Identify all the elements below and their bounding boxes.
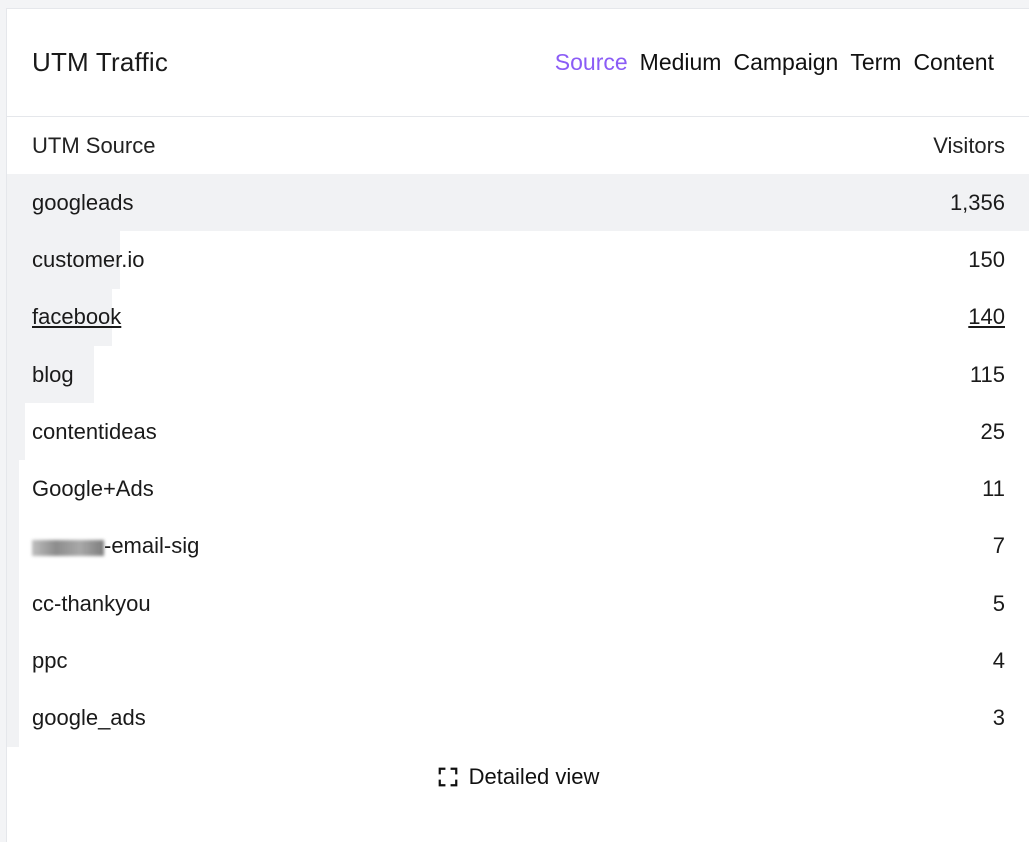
row-share-bar [7, 575, 20, 633]
row-share-bar [7, 460, 20, 518]
table-row[interactable]: google_ads 3 [7, 689, 1029, 747]
table-row[interactable]: cc-thankyou 5 [7, 575, 1029, 633]
detail-view-container: Detailed view [7, 757, 1029, 797]
row-share-bar [7, 689, 20, 747]
row-label: cc-thankyou [32, 590, 151, 616]
table-row[interactable]: blog 115 [7, 345, 1029, 404]
row-share-bar [7, 174, 1029, 232]
row-visitors: 1,356 [949, 189, 1005, 215]
row-label-text: -email-sig [104, 533, 200, 559]
row-label: Google+Ads [32, 476, 154, 502]
tab-bar: Source Medium Campaign Term Content [555, 49, 994, 76]
row-visitors: 25 [980, 418, 1005, 444]
card-title: UTM Traffic [32, 47, 169, 77]
table-row[interactable]: customer.io 150 [7, 231, 1029, 289]
row-visitors: 3 [992, 705, 1005, 731]
row-label: ppc [32, 648, 68, 674]
row-label: contentideas [32, 418, 157, 444]
row-label: googleads [32, 189, 134, 215]
table-row[interactable]: ppc 4 [7, 632, 1029, 690]
tab-campaign[interactable]: Campaign [733, 49, 838, 76]
tab-term[interactable]: Term [850, 49, 901, 76]
utm-traffic-card: UTM Traffic Source Medium Campaign Term … [6, 8, 1029, 842]
row-label: customer.io [32, 246, 145, 272]
row-share-bar [7, 517, 20, 576]
expand-icon [438, 767, 457, 787]
row-label: google_ads [32, 705, 146, 731]
row-share-bar [7, 403, 26, 461]
column-header-source: UTM Source [32, 132, 156, 158]
redacted-text [32, 539, 104, 556]
tab-source[interactable]: Source [555, 49, 628, 76]
table-row[interactable]: Google+Ads 11 [7, 460, 1029, 518]
row-visitors: 7 [992, 533, 1005, 559]
tab-medium[interactable]: Medium [640, 49, 722, 76]
row-visitors: 4 [992, 648, 1005, 674]
detailed-view-button[interactable]: Detailed view [437, 763, 600, 790]
table-row[interactable]: contentideas 25 [7, 403, 1029, 461]
row-visitors: 115 [969, 361, 1005, 387]
tab-content[interactable]: Content [913, 49, 994, 76]
card-header: UTM Traffic Source Medium Campaign Term … [7, 9, 1029, 117]
row-visitors: 140 [968, 304, 1005, 330]
table-row[interactable]: googleads 1,356 [7, 174, 1029, 232]
table-row[interactable]: facebook 140 [7, 288, 1029, 346]
row-visitors: 11 [982, 476, 1005, 502]
row-visitors: 5 [992, 590, 1005, 616]
utm-source-list: googleads 1,356 customer.io 150 facebook… [7, 174, 1029, 747]
row-label: -email-sig [32, 533, 199, 559]
row-label: facebook [32, 304, 122, 330]
column-header: UTM Source Visitors [7, 117, 1029, 174]
row-label: blog [32, 361, 74, 387]
column-header-visitors: Visitors [933, 132, 1005, 158]
row-share-bar [7, 632, 20, 690]
table-row[interactable]: -email-sig 7 [7, 517, 1029, 576]
detailed-view-label: Detailed view [468, 763, 600, 789]
row-visitors: 150 [968, 246, 1005, 272]
